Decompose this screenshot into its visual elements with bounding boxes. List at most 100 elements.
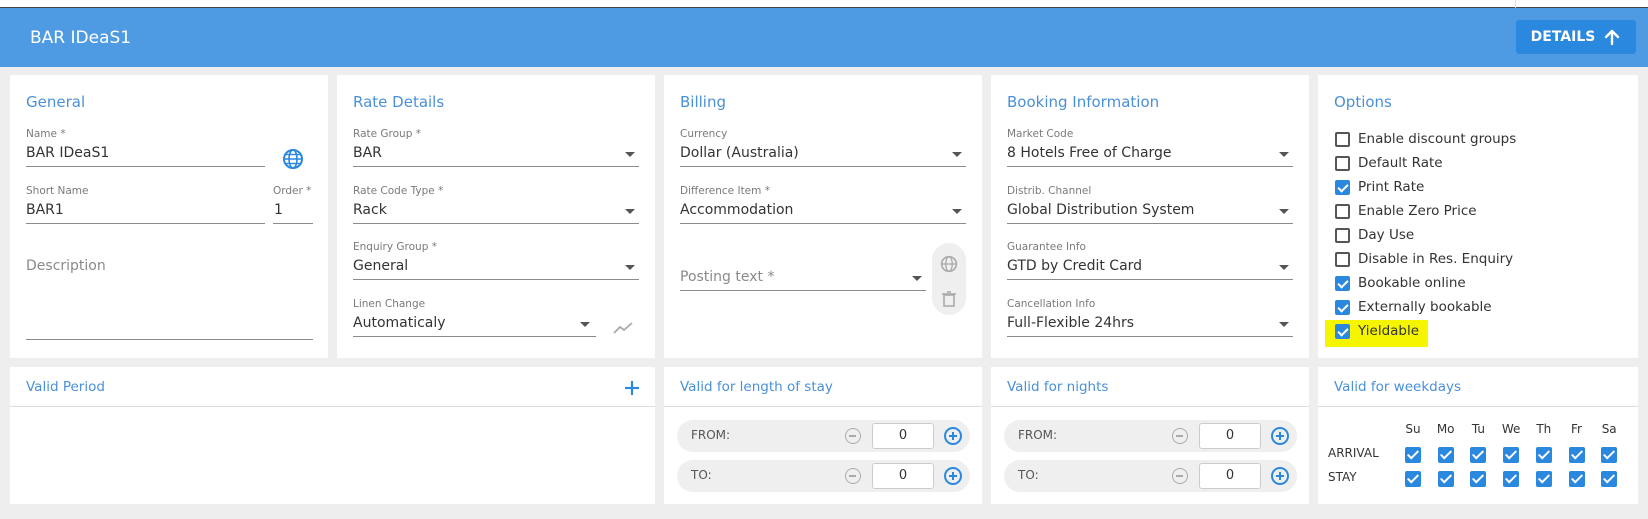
top-strip	[0, 0, 1648, 8]
distrib-channel-underline	[1007, 223, 1293, 224]
option-checkbox[interactable]	[1335, 155, 1350, 171]
option-checkbox[interactable]	[1335, 203, 1350, 219]
short-name-label: Short Name	[26, 185, 89, 197]
rate-code-type-underline	[353, 223, 639, 224]
nights-from-input[interactable]: 0	[1199, 423, 1261, 449]
arrival-checkbox[interactable]	[1535, 447, 1552, 463]
market-code-select[interactable]: 8 Hotels Free of Charge	[1007, 145, 1172, 161]
option-item[interactable]: Enable Zero Price	[1335, 203, 1477, 219]
arrival-checkbox[interactable]	[1470, 447, 1487, 463]
details-label: DETAILS	[1530, 29, 1596, 45]
plus-icon[interactable]	[944, 467, 962, 485]
stay-checkbox[interactable]	[1568, 471, 1585, 487]
description-input[interactable]: Description	[26, 258, 106, 274]
option-item[interactable]: Default Rate	[1335, 155, 1443, 171]
enquiry-group-select[interactable]: General	[353, 258, 408, 274]
difference-item-underline	[680, 223, 966, 224]
option-label: Enable Zero Price	[1358, 203, 1477, 219]
short-name-underline	[26, 223, 265, 224]
rate-details-title: Rate Details	[353, 93, 445, 111]
los-from-input[interactable]: 0	[872, 423, 934, 449]
nights-to-input[interactable]: 0	[1199, 463, 1261, 489]
arrival-checkbox[interactable]	[1437, 447, 1454, 463]
minus-icon[interactable]	[1172, 468, 1188, 484]
stay-checkbox[interactable]	[1535, 471, 1552, 487]
chevron-down-icon[interactable]	[1279, 152, 1289, 157]
arrival-checkbox[interactable]	[1568, 447, 1585, 463]
nights-from-label: FROM:	[1018, 428, 1058, 442]
stay-checkbox[interactable]	[1437, 471, 1454, 487]
cancellation-select[interactable]: Full-Flexible 24hrs	[1007, 315, 1134, 331]
chevron-down-icon[interactable]	[580, 322, 590, 327]
option-checkbox[interactable]	[1335, 179, 1350, 195]
option-item[interactable]: Day Use	[1335, 227, 1414, 243]
plus-icon[interactable]	[1271, 427, 1289, 445]
valid-period-card	[10, 367, 655, 504]
option-item[interactable]: Enable discount groups	[1335, 131, 1516, 147]
option-item[interactable]: Yieldable	[1335, 323, 1419, 339]
difference-item-select[interactable]: Accommodation	[680, 202, 793, 218]
chevron-down-icon[interactable]	[1279, 209, 1289, 214]
guarantee-select[interactable]: GTD by Credit Card	[1007, 258, 1142, 274]
order-input[interactable]: 1	[274, 202, 283, 218]
booking-title: Booking Information	[1007, 93, 1160, 111]
distrib-channel-label: Distrib. Channel	[1007, 185, 1092, 197]
option-item[interactable]: Bookable online	[1335, 275, 1466, 291]
chevron-down-icon[interactable]	[625, 265, 635, 270]
stay-checkbox[interactable]	[1470, 471, 1487, 487]
nights-to-row: TO: 0	[1004, 460, 1297, 492]
option-checkbox[interactable]	[1335, 323, 1350, 339]
minus-icon[interactable]	[1172, 428, 1188, 444]
chevron-down-icon[interactable]	[1279, 322, 1289, 327]
minus-icon[interactable]	[845, 468, 861, 484]
chevron-down-icon[interactable]	[952, 209, 962, 214]
trash-icon[interactable]	[942, 291, 956, 307]
details-button[interactable]: DETAILS	[1516, 20, 1636, 54]
arrival-checkbox[interactable]	[1405, 447, 1421, 463]
weekday-header: Th	[1536, 422, 1552, 436]
stay-checkbox[interactable]	[1405, 471, 1421, 487]
arrival-checkbox[interactable]	[1601, 447, 1618, 463]
option-label: Day Use	[1358, 227, 1415, 243]
currency-label: Currency	[680, 128, 728, 140]
chevron-down-icon[interactable]	[912, 276, 922, 281]
option-label: Enable discount groups	[1358, 131, 1517, 147]
linen-change-select[interactable]: Automaticaly	[353, 315, 446, 331]
chevron-down-icon[interactable]	[625, 152, 635, 157]
rate-group-select[interactable]: BAR	[353, 145, 382, 161]
plus-icon[interactable]	[1271, 467, 1289, 485]
valid-period-title: Valid Period	[26, 379, 105, 395]
chevron-down-icon[interactable]	[1279, 265, 1289, 270]
option-checkbox[interactable]	[1335, 299, 1350, 315]
chevron-down-icon[interactable]	[952, 152, 962, 157]
add-icon[interactable]	[624, 380, 640, 396]
stay-checkbox[interactable]	[1503, 471, 1520, 487]
enquiry-group-underline	[353, 279, 639, 280]
rate-code-type-select[interactable]: Rack	[353, 202, 387, 218]
option-item[interactable]: Print Rate	[1335, 179, 1424, 195]
linen-change-underline	[353, 336, 596, 337]
order-underline	[273, 223, 313, 224]
arrival-checkbox[interactable]	[1503, 447, 1520, 463]
plus-icon[interactable]	[944, 427, 962, 445]
difference-item-label: Difference Item *	[680, 185, 770, 197]
posting-text-select[interactable]: Posting text *	[680, 269, 774, 285]
globe-icon[interactable]	[940, 255, 958, 273]
distrib-channel-select[interactable]: Global Distribution System	[1007, 202, 1194, 218]
stay-checkbox[interactable]	[1601, 471, 1618, 487]
option-checkbox[interactable]	[1335, 227, 1350, 243]
short-name-input[interactable]: BAR1	[26, 202, 64, 218]
currency-select[interactable]: Dollar (Australia)	[680, 145, 799, 161]
los-to-input[interactable]: 0	[872, 463, 934, 489]
trend-icon[interactable]	[613, 321, 633, 335]
option-checkbox[interactable]	[1335, 131, 1350, 147]
name-input[interactable]: BAR IDeaS1	[26, 145, 109, 161]
option-item[interactable]: Externally bookable	[1335, 299, 1492, 315]
header-bar: BAR IDeaS1 DETAILS	[0, 8, 1648, 67]
option-item[interactable]: Disable in Res. Enquiry	[1335, 251, 1513, 267]
chevron-down-icon[interactable]	[625, 209, 635, 214]
minus-icon[interactable]	[845, 428, 861, 444]
option-checkbox[interactable]	[1335, 251, 1350, 267]
option-checkbox[interactable]	[1335, 275, 1350, 291]
globe-icon[interactable]	[282, 148, 304, 170]
